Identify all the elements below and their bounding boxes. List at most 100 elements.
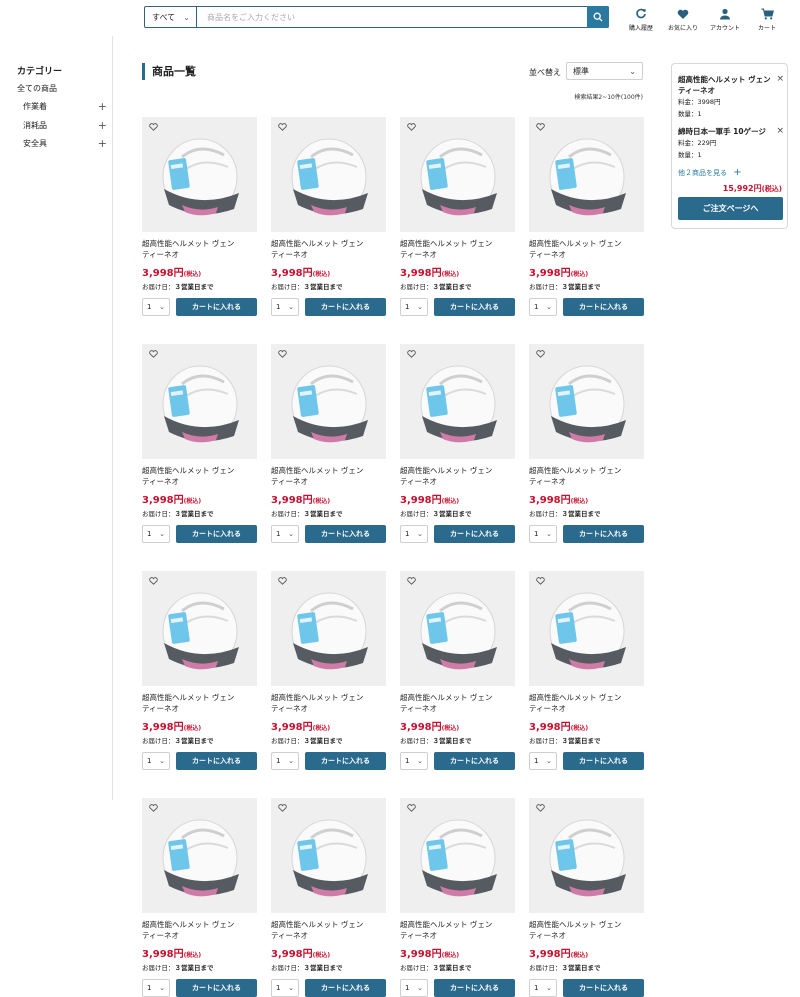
product-image[interactable] [271, 117, 386, 232]
favorite-heart-icon[interactable] [149, 804, 158, 812]
favorite-heart-icon[interactable] [407, 804, 416, 812]
mini-cart-more-link[interactable]: 他２商品を見る + [678, 167, 742, 178]
sort-select[interactable]: 標準 ⌄ [566, 62, 643, 80]
product-image[interactable] [271, 571, 386, 686]
quantity-select[interactable]: 1 ⌄ [400, 298, 428, 316]
product-name[interactable]: 超高性能ヘルメット ヴェン ティーネオ [271, 692, 386, 714]
add-to-cart-button[interactable]: カートに入れる [305, 525, 386, 543]
favorite-heart-icon[interactable] [278, 577, 287, 585]
product-name[interactable]: 超高性能ヘルメット ヴェン ティーネオ [271, 238, 386, 260]
favorite-heart-icon[interactable] [149, 577, 158, 585]
quantity-select[interactable]: 1 ⌄ [271, 525, 299, 543]
plus-icon[interactable]: + [98, 120, 107, 131]
favorite-heart-icon[interactable] [536, 123, 545, 131]
product-image[interactable] [400, 571, 515, 686]
product-image[interactable] [142, 571, 257, 686]
product-image[interactable] [529, 344, 644, 459]
category-item-safety[interactable]: 安全具 + [23, 138, 107, 149]
quantity-select[interactable]: 1 ⌄ [271, 298, 299, 316]
favorite-heart-icon[interactable] [407, 123, 416, 131]
product-name[interactable]: 超高性能ヘルメット ヴェン ティーネオ [271, 465, 386, 487]
quantity-select[interactable]: 1 ⌄ [529, 298, 557, 316]
product-image[interactable] [529, 117, 644, 232]
product-image[interactable] [142, 344, 257, 459]
product-image[interactable] [400, 117, 515, 232]
favorite-heart-icon[interactable] [536, 577, 545, 585]
add-to-cart-button[interactable]: カートに入れる [563, 979, 644, 997]
product-name[interactable]: 超高性能ヘルメット ヴェン ティーネオ [271, 919, 386, 941]
search-button[interactable] [587, 6, 609, 28]
quantity-select[interactable]: 1 ⌄ [142, 525, 170, 543]
quantity-select[interactable]: 1 ⌄ [400, 752, 428, 770]
quantity-select[interactable]: 1 ⌄ [142, 979, 170, 997]
add-to-cart-button[interactable]: カートに入れる [563, 525, 644, 543]
category-all[interactable]: 全ての商品 [17, 83, 57, 94]
product-name[interactable]: 超高性能ヘルメット ヴェン ティーネオ [400, 692, 515, 714]
product-name[interactable]: 超高性能ヘルメット ヴェン ティーネオ [400, 238, 515, 260]
favorite-heart-icon[interactable] [407, 350, 416, 358]
product-name[interactable]: 超高性能ヘルメット ヴェン ティーネオ [400, 465, 515, 487]
favorite-heart-icon[interactable] [278, 350, 287, 358]
quantity-select[interactable]: 1 ⌄ [400, 979, 428, 997]
product-image[interactable] [271, 798, 386, 913]
close-icon[interactable]: × [776, 74, 784, 84]
favorite-heart-icon[interactable] [278, 804, 287, 812]
favorite-heart-icon[interactable] [149, 123, 158, 131]
quantity-select[interactable]: 1 ⌄ [529, 752, 557, 770]
add-to-cart-button[interactable]: カートに入れる [305, 979, 386, 997]
product-name[interactable]: 超高性能ヘルメット ヴェン ティーネオ [529, 692, 644, 714]
search-scope-select[interactable]: すべて ⌄ [145, 7, 197, 27]
quantity-select[interactable]: 1 ⌄ [271, 752, 299, 770]
add-to-cart-button[interactable]: カートに入れる [434, 752, 515, 770]
add-to-cart-button[interactable]: カートに入れる [305, 752, 386, 770]
product-image[interactable] [400, 798, 515, 913]
favorite-heart-icon[interactable] [149, 350, 158, 358]
product-name[interactable]: 超高性能ヘルメット ヴェン ティーネオ [529, 465, 644, 487]
account-button[interactable]: アカウント [704, 6, 746, 32]
favorites-button[interactable]: お気に入り [662, 6, 704, 32]
product-image[interactable] [142, 117, 257, 232]
quantity-select[interactable]: 1 ⌄ [271, 979, 299, 997]
add-to-cart-button[interactable]: カートに入れる [563, 752, 644, 770]
mini-cart-item-name[interactable]: 綿時日本一軍手 10ゲージ [678, 126, 774, 137]
product-name[interactable]: 超高性能ヘルメット ヴェン ティーネオ [142, 238, 257, 260]
favorite-heart-icon[interactable] [407, 577, 416, 585]
product-name[interactable]: 超高性能ヘルメット ヴェン ティーネオ [529, 919, 644, 941]
quantity-select[interactable]: 1 ⌄ [529, 525, 557, 543]
product-name[interactable]: 超高性能ヘルメット ヴェン ティーネオ [142, 692, 257, 714]
order-page-button[interactable]: ご注文ページへ [678, 197, 783, 220]
product-image[interactable] [400, 344, 515, 459]
favorite-heart-icon[interactable] [536, 350, 545, 358]
add-to-cart-button[interactable]: カートに入れる [176, 979, 257, 997]
quantity-select[interactable]: 1 ⌄ [529, 979, 557, 997]
product-name[interactable]: 超高性能ヘルメット ヴェン ティーネオ [529, 238, 644, 260]
quantity-select[interactable]: 1 ⌄ [142, 298, 170, 316]
product-name[interactable]: 超高性能ヘルメット ヴェン ティーネオ [142, 465, 257, 487]
add-to-cart-button[interactable]: カートに入れる [305, 298, 386, 316]
add-to-cart-button[interactable]: カートに入れる [434, 298, 515, 316]
product-image[interactable] [271, 344, 386, 459]
product-name[interactable]: 超高性能ヘルメット ヴェン ティーネオ [400, 919, 515, 941]
category-item-workwear[interactable]: 作業着 + [23, 101, 107, 112]
plus-icon[interactable]: + [98, 101, 107, 112]
mini-cart-item-name[interactable]: 超高性能ヘルメット ヴェンティーネオ [678, 74, 774, 96]
history-button[interactable]: 購入履歴 [620, 6, 662, 32]
add-to-cart-button[interactable]: カートに入れる [176, 525, 257, 543]
add-to-cart-button[interactable]: カートに入れる [434, 525, 515, 543]
search-input[interactable] [197, 7, 608, 27]
product-image[interactable] [529, 798, 644, 913]
product-image[interactable] [529, 571, 644, 686]
add-to-cart-button[interactable]: カートに入れる [563, 298, 644, 316]
product-name[interactable]: 超高性能ヘルメット ヴェン ティーネオ [142, 919, 257, 941]
favorite-heart-icon[interactable] [278, 123, 287, 131]
add-to-cart-button[interactable]: カートに入れる [434, 979, 515, 997]
add-to-cart-button[interactable]: カートに入れる [176, 298, 257, 316]
product-image[interactable] [142, 798, 257, 913]
quantity-select[interactable]: 1 ⌄ [400, 525, 428, 543]
quantity-select[interactable]: 1 ⌄ [142, 752, 170, 770]
plus-icon[interactable]: + [98, 138, 107, 149]
favorite-heart-icon[interactable] [536, 804, 545, 812]
add-to-cart-button[interactable]: カートに入れる [176, 752, 257, 770]
close-icon[interactable]: × [776, 126, 784, 136]
category-item-consumables[interactable]: 消耗品 + [23, 120, 107, 131]
